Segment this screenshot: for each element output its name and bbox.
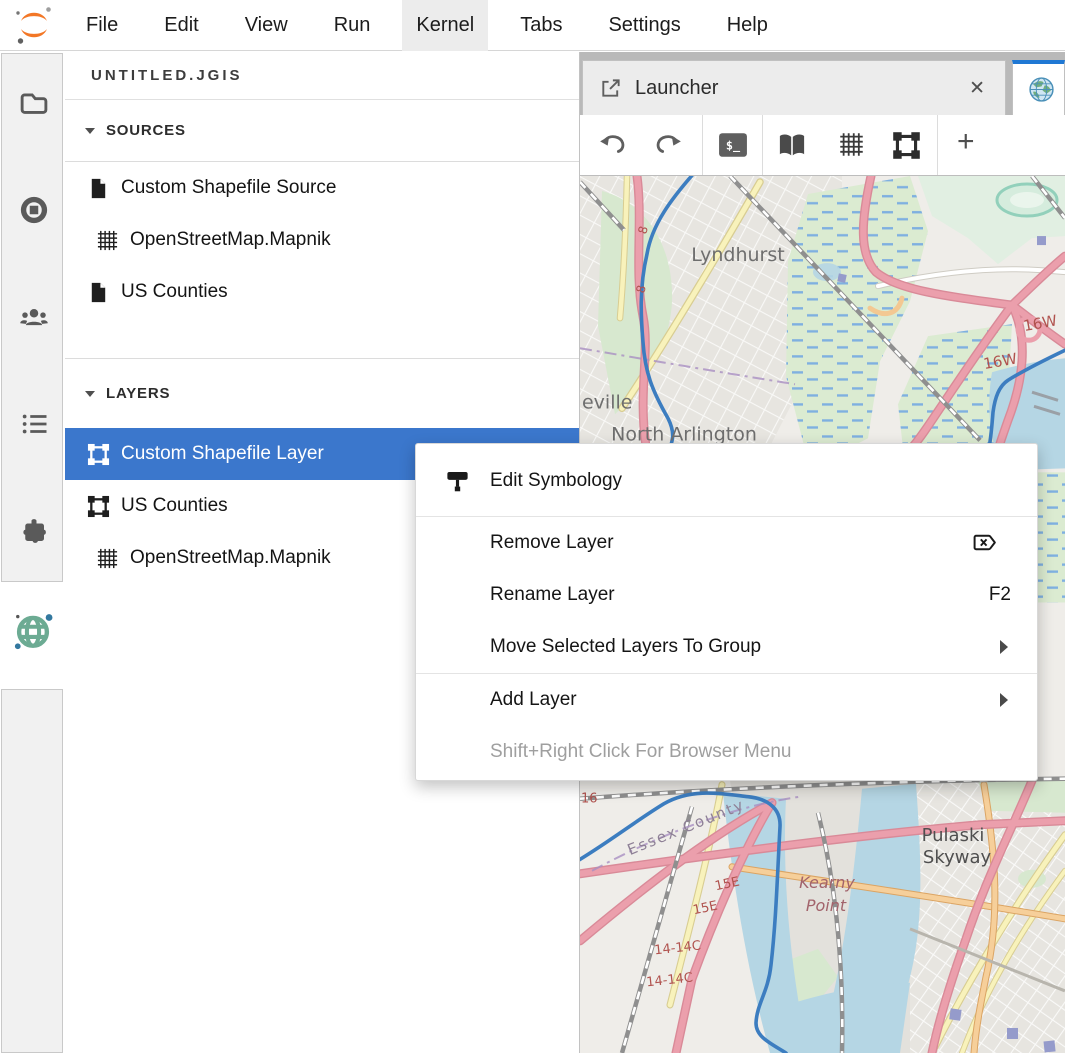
tab-jgis-active[interactable] [1012,60,1065,115]
redo-icon[interactable] [653,131,683,161]
menu-item-move-layers-to-group[interactable]: Move Selected Layers To Group [416,621,1037,673]
toolbar-separator [762,115,763,175]
dock-tab-bar: Launcher ✕ [580,52,1065,115]
map-label: Lyndhurst [691,244,784,266]
menu-item-label: Rename Layer [444,584,989,606]
jupyter-logo-icon [12,3,56,47]
layers-header-label: LAYERS [106,385,170,402]
submenu-arrow-icon [1000,640,1008,654]
collapse-caret-icon [85,128,95,134]
sources-header-label: SOURCES [106,122,186,139]
map-label: Skyway [923,847,992,868]
map-label: eville [582,391,632,413]
menu-edit[interactable]: Edit [150,0,212,51]
vector-polygon-icon [87,443,110,466]
map-label: 16 [581,792,598,807]
toolbar-separator [702,115,703,175]
menu-tabs[interactable]: Tabs [506,0,576,51]
layers-section-header[interactable]: LAYERS [65,358,579,428]
undo-icon[interactable] [598,131,628,161]
menu-item-label: Shift+Right Click For Browser Menu [444,741,1011,763]
paint-roller-icon [444,468,471,495]
layer-context-menu: Edit Symbology Remove Layer Rename Layer… [415,443,1038,781]
layer-label: OpenStreetMap.Mapnik [130,547,331,569]
map-label: Point [806,896,847,915]
remove-tag-icon [972,530,999,557]
raster-grid-icon [96,229,119,252]
raster-grid-toolbar-icon[interactable] [838,131,868,161]
source-label: OpenStreetMap.Mapnik [130,229,331,251]
sidebar-tab-group-bottom [1,689,63,1053]
map-label: Pulaski [922,825,985,846]
file-icon [87,281,110,304]
source-label: Custom Shapefile Source [121,177,336,199]
menu-run[interactable]: Run [320,0,385,51]
menu-item-label: Edit Symbology [490,470,1011,492]
layer-label: Custom Shapefile Layer [121,443,324,465]
menu-file[interactable]: File [72,0,132,51]
toolbar-separator [937,115,938,175]
map-label: North Arlington [611,423,757,445]
file-icon [87,177,110,200]
menu-item-add-layer[interactable]: Add Layer [416,674,1037,726]
jgis-globe-tab-icon [1028,76,1055,103]
table-of-contents-icon[interactable] [19,409,49,439]
source-item-us-counties[interactable]: US Counties [65,266,579,318]
menu-item-label: Add Layer [444,689,1000,711]
panel-spacer [65,318,579,358]
book-icon[interactable] [777,131,807,161]
submenu-arrow-icon [1000,693,1008,707]
jgis-globe-sidebar-icon[interactable] [11,608,55,654]
menu-item-browser-menu-hint: Shift+Right Click For Browser Menu [416,726,1037,778]
folder-icon[interactable] [19,88,49,118]
collapse-caret-icon [85,391,95,397]
sources-section-header[interactable]: SOURCES [65,100,579,162]
tab-launcher[interactable]: Launcher ✕ [582,60,1006,115]
menu-help[interactable]: Help [713,0,782,51]
menu-bar: File Edit View Run Kernel Tabs Settings … [0,0,1065,51]
source-item-custom-shapefile[interactable]: Custom Shapefile Source [65,162,579,214]
running-kernels-icon[interactable] [19,195,49,225]
users-icon[interactable] [19,302,49,332]
menu-item-label: Move Selected Layers To Group [444,636,1000,658]
extensions-puzzle-icon[interactable] [19,516,49,546]
menu-item-edit-symbology[interactable]: Edit Symbology [416,446,1037,516]
svg-text:$_: $_ [726,138,741,153]
vector-polygon-toolbar-icon[interactable] [892,131,922,161]
map-toolbar: $_ + [580,115,1065,176]
menu-item-rename-layer[interactable]: Rename Layer F2 [416,569,1037,621]
menu-view[interactable]: View [231,0,302,51]
menu-item-label: Remove Layer [444,532,972,554]
menu-item-remove-layer[interactable]: Remove Layer [416,517,1037,569]
panel-title: UNTITLED.JGIS [65,52,579,100]
layer-label: US Counties [121,495,228,517]
map-label: Kearny [799,873,855,892]
menu-kernel[interactable]: Kernel [402,0,488,51]
source-label: US Counties [121,281,228,303]
sidebar-tab-group-top [1,53,63,582]
source-item-osm-mapnik[interactable]: OpenStreetMap.Mapnik [65,214,579,266]
add-button[interactable]: + [957,125,975,159]
launcher-icon [599,77,622,100]
raster-grid-icon [96,547,119,570]
vector-polygon-icon [87,495,110,518]
menu-shortcut: F2 [989,584,1011,606]
menu-settings[interactable]: Settings [594,0,694,51]
terminal-icon[interactable]: $_ [718,131,748,161]
tab-label: Launcher [635,77,965,100]
close-icon[interactable]: ✕ [965,75,989,102]
